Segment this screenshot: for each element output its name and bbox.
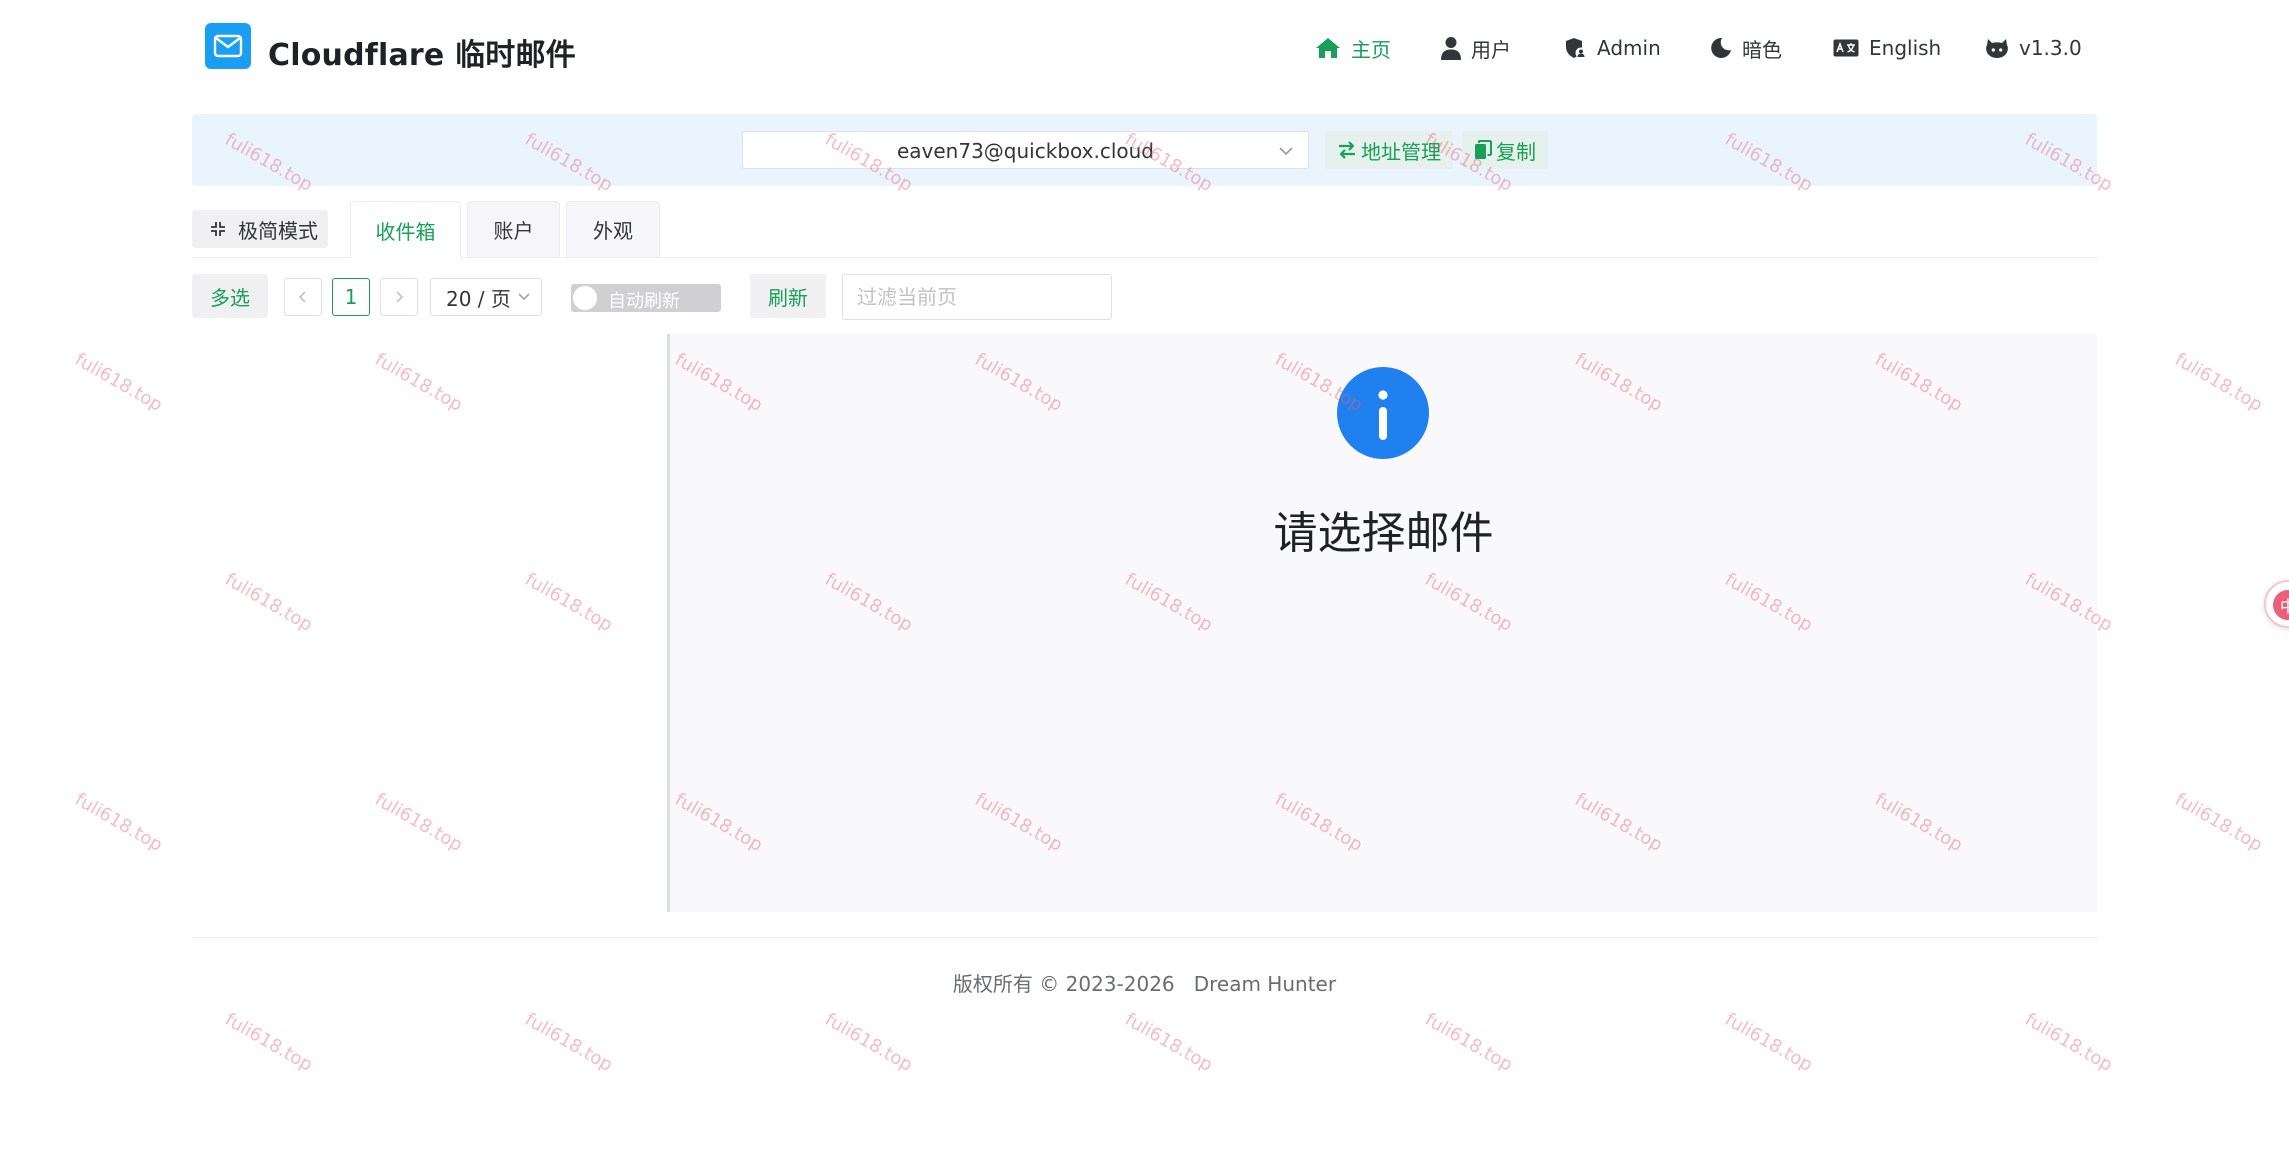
- watermark-text: fuli618.top: [1721, 1009, 1817, 1076]
- nav-label: English: [1869, 36, 1942, 60]
- mail-icon[interactable]: [205, 23, 251, 69]
- watermark-text: fuli618.top: [521, 1009, 617, 1076]
- chevron-right-icon: [396, 291, 404, 303]
- mail-detail-pane: 请选择邮件: [670, 334, 2097, 912]
- tab-label: 外观: [593, 219, 633, 243]
- home-icon: [1316, 38, 1340, 58]
- copy-icon: [1475, 140, 1492, 159]
- address-bar: eaven73@quickbox.cloud 地址管理 复制: [192, 114, 2097, 186]
- watermark-text: fuli618.top: [2171, 789, 2267, 856]
- watermark-text: fuli618.top: [2171, 349, 2267, 416]
- info-icon: [1337, 367, 1429, 459]
- language-icon: [1833, 39, 1859, 57]
- nav-label: 主页: [1351, 37, 1391, 62]
- address-manage-button[interactable]: 地址管理: [1325, 131, 1453, 169]
- nav-label: Admin: [1597, 36, 1661, 60]
- watermark-text: fuli618.top: [71, 789, 167, 856]
- prev-page-button[interactable]: [284, 278, 322, 316]
- app-title: Cloudflare 临时邮件: [268, 38, 576, 73]
- filter-input[interactable]: [842, 274, 1112, 320]
- multi-select-button[interactable]: 多选: [192, 274, 268, 318]
- auto-refresh-toggle[interactable]: 自动刷新: [571, 284, 721, 312]
- nav-label: 暗色: [1742, 37, 1782, 62]
- tab-appearance[interactable]: 外观: [566, 201, 660, 257]
- app-header: Cloudflare 临时邮件 主页 用户 Admin 暗色 English v…: [0, 0, 2289, 100]
- chevron-left-icon: [298, 291, 306, 303]
- footer-copyright: 版权所有 © 2023-2026 Dream Hunter: [952, 972, 1337, 996]
- watermark-text: fuli618.top: [1121, 1009, 1217, 1076]
- mail-list: [192, 334, 667, 912]
- tab-bar-divider: [192, 257, 2097, 258]
- nav-language[interactable]: English: [1833, 30, 1941, 66]
- next-page-button[interactable]: [380, 278, 418, 316]
- floating-side-widget[interactable]: 中: [2264, 580, 2289, 628]
- watermark-text: fuli618.top: [1421, 1009, 1517, 1076]
- empty-state-title: 请选择邮件: [1273, 508, 1494, 559]
- nav-user[interactable]: 用户: [1441, 30, 1511, 66]
- copy-address-button[interactable]: 复制: [1462, 131, 1548, 169]
- address-select[interactable]: eaven73@quickbox.cloud: [742, 131, 1309, 169]
- moon-icon: [1711, 37, 1731, 58]
- toggle-knob: [573, 286, 597, 310]
- minimal-mode-button[interactable]: 极简模式: [192, 210, 328, 248]
- page-size-value: 20 / 页: [446, 286, 511, 311]
- tab-label: 收件箱: [375, 219, 436, 244]
- selected-address: eaven73@quickbox.cloud: [896, 139, 1154, 163]
- copy-address-label: 复制: [1496, 139, 1536, 164]
- nav-label: 用户: [1471, 37, 1511, 62]
- nav-dark-mode[interactable]: 暗色: [1710, 30, 1782, 66]
- address-manage-label: 地址管理: [1361, 139, 1441, 164]
- refresh-button[interactable]: 刷新: [750, 274, 826, 318]
- watermark-text: fuli618.top: [821, 1009, 917, 1076]
- tab-label: 账户: [493, 219, 534, 243]
- swap-icon: [1339, 141, 1355, 159]
- tab-account[interactable]: 账户: [467, 201, 560, 257]
- page-number-current[interactable]: 1: [332, 278, 370, 316]
- chevron-down-icon: [518, 293, 530, 301]
- chevron-down-icon: [1279, 147, 1293, 156]
- user-icon: [1441, 37, 1461, 60]
- tab-inbox[interactable]: 收件箱: [350, 201, 461, 258]
- nav-admin[interactable]: Admin: [1565, 30, 1661, 66]
- shield-user-icon: [1566, 38, 1587, 59]
- auto-refresh-label: 自动刷新: [608, 291, 680, 312]
- watermark-text: fuli618.top: [71, 349, 167, 416]
- nav-home[interactable]: 主页: [1315, 30, 1391, 66]
- watermark-text: fuli618.top: [2021, 1009, 2117, 1076]
- github-icon: [1986, 39, 2008, 58]
- page-size-select[interactable]: 20 / 页: [430, 278, 542, 316]
- compress-icon: [211, 222, 225, 236]
- nav-label: v1.3.0: [2019, 36, 2082, 60]
- watermark-text: fuli618.top: [221, 1009, 317, 1076]
- minimal-mode-label: 极简模式: [238, 218, 318, 243]
- side-widget-label: 中: [2273, 590, 2289, 620]
- footer-divider: [192, 937, 2097, 938]
- nav-github-version[interactable]: v1.3.0: [1985, 30, 2082, 66]
